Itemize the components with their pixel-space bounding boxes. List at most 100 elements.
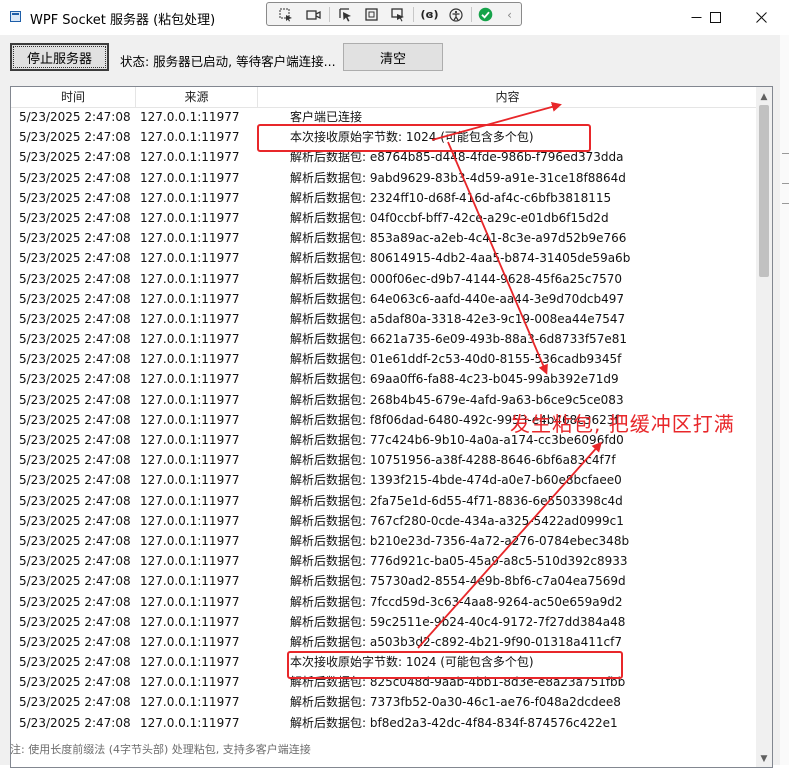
cell-source: 127.0.0.1:11977 xyxy=(140,574,240,589)
table-row[interactable]: 5/23/2025 2:47:08 127.0.0.1:11977 解析后数据包: … xyxy=(11,309,756,329)
table-row[interactable]: 5/23/2025 2:47:08 127.0.0.1:11977 解析后数据包: … xyxy=(11,349,756,369)
cell-source: 127.0.0.1:11977 xyxy=(140,150,240,165)
table-row[interactable]: 5/23/2025 2:47:08 127.0.0.1:11977 解析后数据包: … xyxy=(11,228,756,248)
cell-time: 5/23/2025 2:47:08 xyxy=(19,533,131,548)
table-row[interactable]: 5/23/2025 2:47:08 127.0.0.1:11977 解析后数据包: … xyxy=(11,470,756,490)
cell-time: 5/23/2025 2:47:08 xyxy=(19,493,131,508)
toolbar-separator xyxy=(413,7,414,22)
cell-time: 5/23/2025 2:47:08 xyxy=(19,554,131,569)
cell-source: 127.0.0.1:11977 xyxy=(140,210,240,225)
cell-content: 解析后数据包: a5daf80a-3318-42e3-9c19-008ea44e… xyxy=(290,311,626,326)
table-row[interactable]: 5/23/2025 2:47:08 127.0.0.1:11977 解析后数据包: … xyxy=(11,168,756,188)
cell-content: 解析后数据包: 1393f215-4bde-474d-a0e7-b60e8bcf… xyxy=(290,473,622,488)
cell-content: 解析后数据包: 2324ff10-d68f-416d-af4c-c6bfb381… xyxy=(290,190,612,205)
cell-source: 127.0.0.1:11977 xyxy=(140,372,240,387)
cell-time: 5/23/2025 2:47:08 xyxy=(19,473,131,488)
column-header-time[interactable]: 时间 xyxy=(11,87,136,107)
right-edge-strip xyxy=(780,35,789,765)
close-icon[interactable] xyxy=(738,0,784,35)
cell-source: 127.0.0.1:11977 xyxy=(140,493,240,508)
cell-content: 解析后数据包: 7373fb52-0a30-46c1-ae76-f048a2dc… xyxy=(290,695,621,710)
table-row[interactable]: 5/23/2025 2:47:08 127.0.0.1:11977 解析后数据包: … xyxy=(11,369,756,389)
table-row[interactable]: 5/23/2025 2:47:08 127.0.0.1:11977 解析后数据包: … xyxy=(11,692,756,712)
cell-content: 解析后数据包: 9abd9629-83b3-4d59-a91e-31ce18f8… xyxy=(290,170,626,185)
table-row[interactable]: 5/23/2025 2:47:08 127.0.0.1:11977 解析后数据包: … xyxy=(11,551,756,571)
column-header-source[interactable]: 来源 xyxy=(136,87,258,107)
cell-source: 127.0.0.1:11977 xyxy=(140,675,240,690)
table-row[interactable]: 5/23/2025 2:47:08 127.0.0.1:11977 解析后数据包: … xyxy=(11,491,756,511)
collapse-icon[interactable]: ‹ xyxy=(501,6,518,23)
track-focus-icon[interactable] xyxy=(389,6,406,23)
video-icon[interactable] xyxy=(305,6,322,23)
bindings-icon[interactable]: (ɞ) xyxy=(420,6,438,23)
cell-time: 5/23/2025 2:47:08 xyxy=(19,513,131,528)
cell-source: 127.0.0.1:11977 xyxy=(140,715,240,730)
table-row[interactable]: 5/23/2025 2:47:08 127.0.0.1:11977 解析后数据包: … xyxy=(11,632,756,652)
box-icon[interactable] xyxy=(363,6,380,23)
toolbar-separator xyxy=(471,7,472,22)
cell-source: 127.0.0.1:11977 xyxy=(140,311,240,326)
cell-time: 5/23/2025 2:47:08 xyxy=(19,715,131,730)
cell-content: 解析后数据包: 000f06ec-d9b7-4144-9628-45f6a25c… xyxy=(290,271,623,286)
table-row[interactable]: 5/23/2025 2:47:08 127.0.0.1:11977 解析后数据包: … xyxy=(11,511,756,531)
select-element-icon[interactable] xyxy=(277,6,294,23)
cell-content: 解析后数据包: 776d921c-ba05-45a9-a8c5-510d392c… xyxy=(290,554,628,569)
cell-time: 5/23/2025 2:47:08 xyxy=(19,271,131,286)
cell-source: 127.0.0.1:11977 xyxy=(140,332,240,347)
cell-content: 解析后数据包: 767cf280-0cde-434a-a325-5422ad09… xyxy=(290,513,624,528)
cell-time: 5/23/2025 2:47:08 xyxy=(19,453,131,468)
cell-time: 5/23/2025 2:47:08 xyxy=(19,392,131,407)
pointer-icon[interactable] xyxy=(337,6,354,23)
cell-content: 解析后数据包: bf8ed2a3-42dc-4f84-834f-874576c4… xyxy=(290,715,618,730)
cell-source: 127.0.0.1:11977 xyxy=(140,110,240,124)
clear-button[interactable]: 清空 xyxy=(343,43,443,71)
table-row[interactable]: 5/23/2025 2:47:08 127.0.0.1:11977 解析后数据包: … xyxy=(11,248,756,268)
table-row[interactable]: 5/23/2025 2:47:08 127.0.0.1:11977 解析后数据包: … xyxy=(11,188,756,208)
table-row[interactable]: 5/23/2025 2:47:08 127.0.0.1:11977 解析后数据包: … xyxy=(11,713,756,733)
table-row[interactable]: 5/23/2025 2:47:08 127.0.0.1:11977 解析后数据包: … xyxy=(11,450,756,470)
cell-content: 解析后数据包: 10751956-a38f-4288-8646-6bf6a83c… xyxy=(290,453,616,468)
table-row[interactable]: 5/23/2025 2:47:08 127.0.0.1:11977 解析后数据包: … xyxy=(11,269,756,289)
cell-time: 5/23/2025 2:47:08 xyxy=(19,231,131,246)
table-row[interactable]: 5/23/2025 2:47:08 127.0.0.1:11977 解析后数据包: … xyxy=(11,612,756,632)
list-header: 时间 来源 内容 xyxy=(11,87,758,108)
check-icon[interactable] xyxy=(477,6,494,23)
cell-source: 127.0.0.1:11977 xyxy=(140,170,240,185)
table-row[interactable]: 5/23/2025 2:47:08 127.0.0.1:11977 解析后数据包: … xyxy=(11,592,756,612)
table-row[interactable]: 5/23/2025 2:47:08 127.0.0.1:11977 解析后数据包: … xyxy=(11,571,756,591)
cell-source: 127.0.0.1:11977 xyxy=(140,614,240,629)
footer-note: 注: 使用长度前缀法 (4字节头部) 处理粘包, 支持多客户端连接 xyxy=(10,743,311,756)
cell-content: 解析后数据包: 7fccd59d-3c63-4aa8-9264-ac50e659… xyxy=(290,594,623,609)
scroll-up-arrow-icon[interactable]: ▲ xyxy=(756,89,772,105)
scrollbar-thumb[interactable] xyxy=(759,105,769,277)
cell-time: 5/23/2025 2:47:08 xyxy=(19,251,131,266)
cell-source: 127.0.0.1:11977 xyxy=(140,231,240,246)
cell-source: 127.0.0.1:11977 xyxy=(140,554,240,569)
cell-content: 解析后数据包: 2fa75e1d-6d55-4f71-8836-6e550339… xyxy=(290,493,623,508)
cell-source: 127.0.0.1:11977 xyxy=(140,695,240,710)
table-row[interactable]: 5/23/2025 2:47:08 127.0.0.1:11977 解析后数据包: … xyxy=(11,289,756,309)
cell-content: 解析后数据包: 64e063c6-aafd-440e-aa44-3e9d70dc… xyxy=(290,291,625,306)
cell-content: 解析后数据包: 6621a735-6e09-493b-88a3-6d8733f5… xyxy=(290,332,627,347)
table-row[interactable]: 5/23/2025 2:47:08 127.0.0.1:11977 解析后数据包: … xyxy=(11,531,756,551)
table-row[interactable]: 5/23/2025 2:47:08 127.0.0.1:11977 解析后数据包: … xyxy=(11,390,756,410)
toolbar-separator xyxy=(329,7,330,22)
column-header-content[interactable]: 内容 xyxy=(258,87,758,107)
cell-source: 127.0.0.1:11977 xyxy=(140,352,240,367)
cell-time: 5/23/2025 2:47:08 xyxy=(19,574,131,589)
cell-source: 127.0.0.1:11977 xyxy=(140,594,240,609)
cell-source: 127.0.0.1:11977 xyxy=(140,190,240,205)
cell-source: 127.0.0.1:11977 xyxy=(140,251,240,266)
cell-content: 解析后数据包: b210e23d-7356-4a72-a276-0784ebec… xyxy=(290,533,630,548)
stop-server-button[interactable]: 停止服务器 xyxy=(10,43,109,71)
table-row[interactable]: 5/23/2025 2:47:08 127.0.0.1:11977 解析后数据包: … xyxy=(11,208,756,228)
app-icon xyxy=(10,11,21,22)
vertical-scrollbar[interactable]: ▲ ▼ xyxy=(756,87,772,767)
accessibility-icon[interactable] xyxy=(447,6,464,23)
maximize-icon[interactable] xyxy=(692,0,738,35)
cell-content: 解析后数据包: 75730ad2-8554-4e9b-8bf6-c7a04ea7… xyxy=(290,574,626,589)
table-row[interactable]: 5/23/2025 2:47:08 127.0.0.1:11977 解析后数据包: … xyxy=(11,329,756,349)
cell-content: 解析后数据包: 69aa0ff6-fa88-4c23-b045-99ab392e… xyxy=(290,372,619,387)
cell-content: 解析后数据包: 04f0ccbf-bff7-42ce-a29c-e01db6f1… xyxy=(290,210,609,225)
cell-time: 5/23/2025 2:47:08 xyxy=(19,614,131,629)
